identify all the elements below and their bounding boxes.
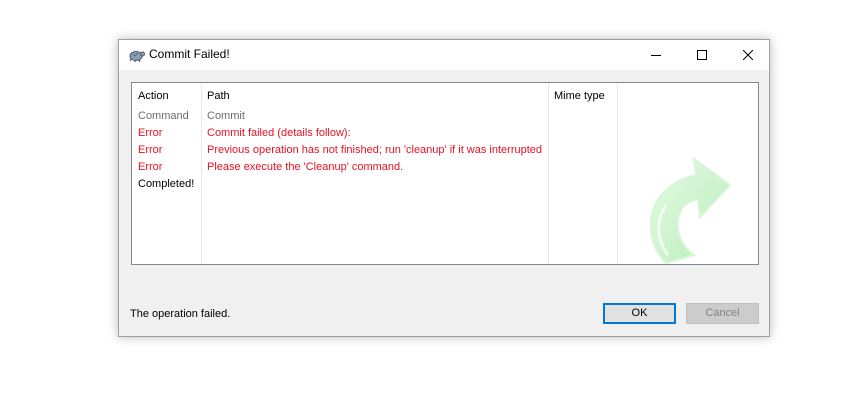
close-button[interactable] bbox=[725, 40, 771, 70]
row-path: Please execute the 'Cleanup' command. bbox=[207, 161, 404, 173]
row-action: Error bbox=[138, 127, 163, 139]
maximize-button[interactable] bbox=[679, 40, 725, 70]
status-message: The operation failed. bbox=[130, 308, 231, 320]
list-item[interactable]: Command Commit bbox=[132, 110, 552, 127]
row-path: Commit failed (details follow): bbox=[207, 127, 351, 139]
maximize-icon bbox=[697, 50, 707, 60]
close-icon bbox=[743, 50, 753, 60]
action-list[interactable]: Action Path Mime type Command Commit Err… bbox=[131, 82, 759, 265]
list-item[interactable]: Completed! bbox=[132, 178, 552, 195]
list-item[interactable]: Error Commit failed (details follow): bbox=[132, 127, 552, 144]
column-header-action[interactable]: Action bbox=[138, 90, 169, 102]
row-action: Error bbox=[138, 161, 163, 173]
row-action: Completed! bbox=[138, 178, 195, 190]
row-action: Command bbox=[138, 110, 189, 122]
minimize-icon bbox=[651, 55, 661, 56]
row-action: Error bbox=[138, 144, 163, 156]
column-header-path[interactable]: Path bbox=[207, 90, 230, 102]
minimize-button[interactable] bbox=[633, 40, 679, 70]
row-path: Previous operation has not finished; run… bbox=[207, 144, 543, 156]
title-bar[interactable]: Commit Failed! bbox=[119, 40, 769, 70]
list-item[interactable]: Error Previous operation has not finishe… bbox=[132, 144, 552, 161]
column-divider[interactable] bbox=[617, 83, 618, 264]
row-path: Commit bbox=[207, 110, 245, 122]
ok-button[interactable]: OK bbox=[603, 303, 676, 324]
commit-arrow-icon bbox=[638, 135, 738, 265]
column-header-mime-type[interactable]: Mime type bbox=[554, 90, 605, 102]
tortoise-icon bbox=[127, 47, 145, 63]
window-title: Commit Failed! bbox=[149, 47, 230, 61]
list-item[interactable]: Error Please execute the 'Cleanup' comma… bbox=[132, 161, 552, 178]
cancel-button[interactable]: Cancel bbox=[686, 303, 759, 324]
commit-failed-dialog: Commit Failed! Action Path Mime type Com… bbox=[118, 39, 770, 337]
